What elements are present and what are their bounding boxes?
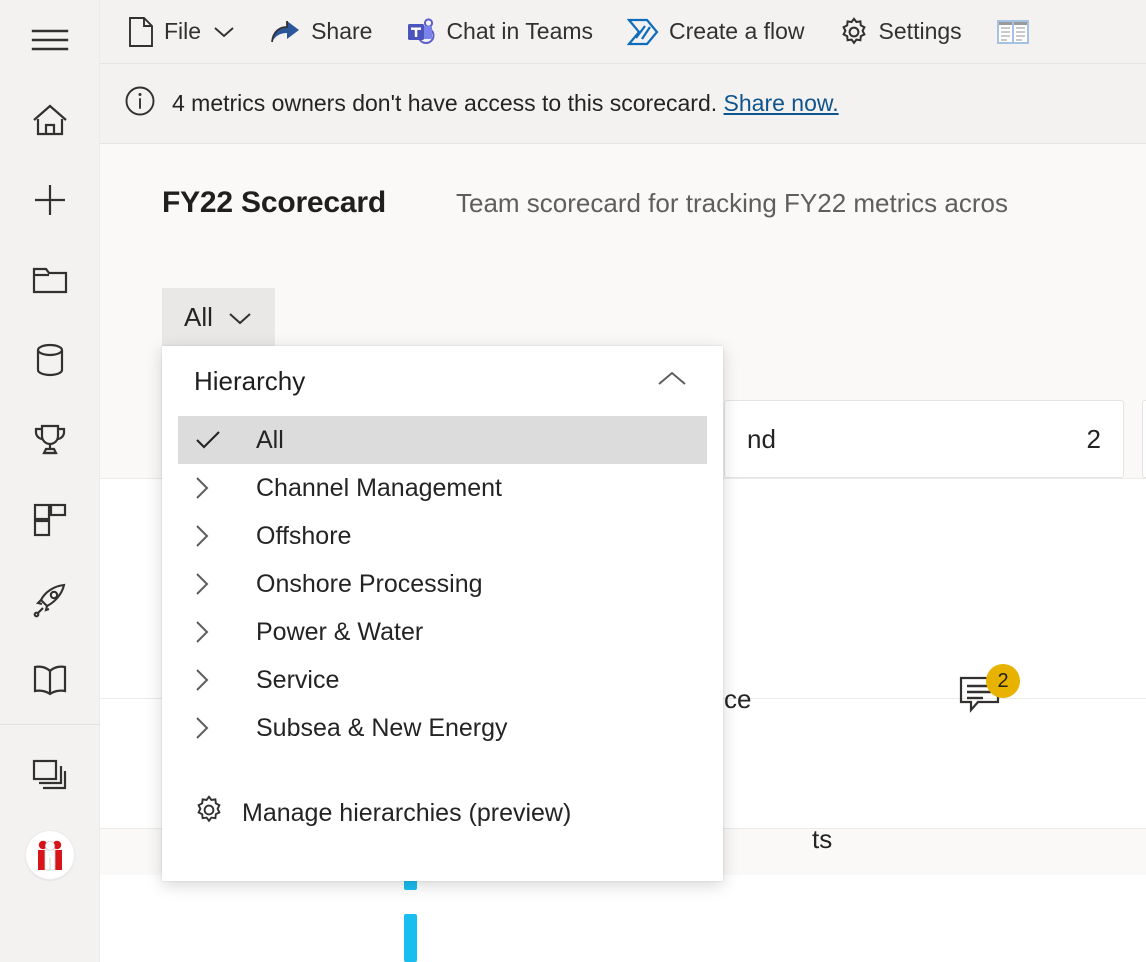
sidebar-item-data-hub[interactable] bbox=[0, 320, 100, 400]
hierarchy-item-power-and-water[interactable]: Power & Water bbox=[178, 608, 707, 656]
notification-text: 4 metrics owners don't have access to th… bbox=[172, 90, 717, 116]
chat-in-teams-button[interactable]: Chat in Teams bbox=[394, 8, 605, 56]
gear-icon bbox=[194, 795, 224, 832]
hierarchy-item-label: All bbox=[256, 426, 284, 455]
comment-count-badge: 2 bbox=[986, 664, 1020, 698]
board-band-last bbox=[100, 875, 1146, 962]
summary-card-status[interactable]: At ri bbox=[1142, 400, 1146, 478]
create-a-flow-label: Create a flow bbox=[669, 18, 805, 45]
sidebar-item-metrics[interactable] bbox=[0, 400, 100, 480]
metric-row-accent-lower bbox=[404, 914, 417, 962]
sidebar-item-browse[interactable] bbox=[0, 240, 100, 320]
folder-icon bbox=[31, 264, 69, 296]
chat-in-teams-label: Chat in Teams bbox=[446, 18, 593, 45]
book-icon bbox=[32, 664, 68, 696]
chevron-right-icon[interactable] bbox=[194, 475, 240, 501]
hierarchy-flyout: Hierarchy All bbox=[162, 346, 723, 881]
app-root: File Share bbox=[0, 0, 1146, 962]
hierarchy-flyout-header[interactable]: Hierarchy bbox=[162, 350, 723, 412]
hierarchy-selected-label: All bbox=[184, 302, 213, 333]
reading-view-icon bbox=[996, 17, 1030, 47]
command-toolbar: File Share bbox=[100, 0, 1146, 64]
hierarchy-flyout-title: Hierarchy bbox=[194, 366, 305, 397]
share-label: Share bbox=[311, 18, 372, 45]
left-nav-rail bbox=[0, 0, 100, 962]
avatar bbox=[26, 831, 74, 879]
sidebar-item-home[interactable] bbox=[0, 80, 100, 160]
hierarchy-item-subsea-and-new-energy[interactable]: Subsea & New Energy bbox=[178, 704, 707, 752]
trophy-icon bbox=[31, 422, 69, 458]
sidebar-item-deployment-pipelines[interactable] bbox=[0, 560, 100, 640]
create-a-flow-button[interactable]: Create a flow bbox=[615, 8, 817, 56]
rail-divider bbox=[0, 724, 100, 725]
metric-name-fragment: ce bbox=[724, 684, 751, 715]
summary-card-label: nd bbox=[747, 424, 776, 455]
chevron-right-icon[interactable] bbox=[194, 667, 240, 693]
page-title: FY22 Scorecard bbox=[162, 186, 386, 220]
title-row: FY22 Scorecard Team scorecard for tracki… bbox=[162, 186, 1146, 220]
hierarchy-dropdown-button[interactable]: All bbox=[162, 288, 275, 346]
page-subtitle: Team scorecard for tracking FY22 metrics… bbox=[456, 188, 1008, 219]
file-icon bbox=[128, 16, 154, 48]
sidebar-item-create[interactable] bbox=[0, 160, 100, 240]
hierarchy-item-label: Subsea & New Energy bbox=[256, 714, 508, 743]
hierarchy-item-channel-management[interactable]: Channel Management bbox=[178, 464, 707, 512]
settings-label: Settings bbox=[879, 18, 962, 45]
checkmark-icon bbox=[194, 429, 240, 451]
teams-icon bbox=[406, 17, 436, 47]
hierarchy-item-list: All Channel Management Offshore bbox=[162, 416, 723, 752]
sidebar-item-apps[interactable] bbox=[0, 480, 100, 560]
hierarchy-item-offshore[interactable]: Offshore bbox=[178, 512, 707, 560]
home-icon bbox=[31, 102, 69, 138]
sidebar-item-workspaces[interactable] bbox=[0, 735, 100, 815]
rocket-icon bbox=[32, 582, 68, 618]
comment-icon bbox=[958, 705, 1004, 722]
hierarchy-item-label: Offshore bbox=[256, 522, 351, 551]
chevron-down-icon bbox=[227, 302, 253, 333]
hierarchy-item-label: Channel Management bbox=[256, 474, 502, 503]
file-menu-button[interactable]: File bbox=[116, 8, 247, 56]
hamburger-menu-icon bbox=[31, 25, 69, 55]
gear-icon bbox=[839, 17, 869, 47]
database-icon bbox=[34, 342, 66, 378]
file-menu-label: File bbox=[164, 18, 201, 45]
summary-card-count[interactable]: nd 2 bbox=[724, 400, 1124, 478]
sidebar-item-learn[interactable] bbox=[0, 640, 100, 720]
chevron-up-icon[interactable] bbox=[655, 369, 689, 394]
plus-icon bbox=[32, 182, 68, 218]
hamburger-menu-button[interactable] bbox=[0, 0, 100, 80]
hierarchy-item-onshore-processing[interactable]: Onshore Processing bbox=[178, 560, 707, 608]
chevron-right-icon[interactable] bbox=[194, 715, 240, 741]
share-icon bbox=[269, 18, 301, 46]
chevron-right-icon[interactable] bbox=[194, 619, 240, 645]
chevron-right-icon[interactable] bbox=[194, 571, 240, 597]
access-notification-bar: 4 metrics owners don't have access to th… bbox=[100, 64, 1146, 144]
info-icon bbox=[124, 85, 156, 122]
summary-card-value: 2 bbox=[1087, 424, 1101, 455]
workspace-avatar[interactable] bbox=[0, 815, 100, 895]
reading-view-button[interactable] bbox=[984, 8, 1042, 56]
notification-message: 4 metrics owners don't have access to th… bbox=[172, 90, 839, 117]
power-automate-icon bbox=[627, 18, 659, 46]
manage-hierarchies-button[interactable]: Manage hierarchies (preview) bbox=[162, 789, 723, 837]
workspaces-icon bbox=[32, 759, 68, 791]
hierarchy-item-label: Power & Water bbox=[256, 618, 423, 647]
row-label-fragment: ts bbox=[812, 824, 832, 855]
share-button[interactable]: Share bbox=[257, 8, 384, 56]
hierarchy-item-label: Service bbox=[256, 666, 339, 695]
settings-button[interactable]: Settings bbox=[827, 8, 974, 56]
share-now-link[interactable]: Share now. bbox=[724, 90, 839, 116]
chevron-right-icon[interactable] bbox=[194, 523, 240, 549]
hierarchy-item-label: Onshore Processing bbox=[256, 570, 483, 599]
hierarchy-filter: All bbox=[162, 288, 275, 346]
manage-hierarchies-label: Manage hierarchies (preview) bbox=[242, 799, 571, 828]
hierarchy-item-all[interactable]: All bbox=[178, 416, 707, 464]
comment-indicator[interactable]: 2 bbox=[958, 674, 1016, 728]
hierarchy-item-service[interactable]: Service bbox=[178, 656, 707, 704]
apps-grid-icon bbox=[33, 503, 67, 537]
chevron-down-icon bbox=[213, 25, 235, 39]
